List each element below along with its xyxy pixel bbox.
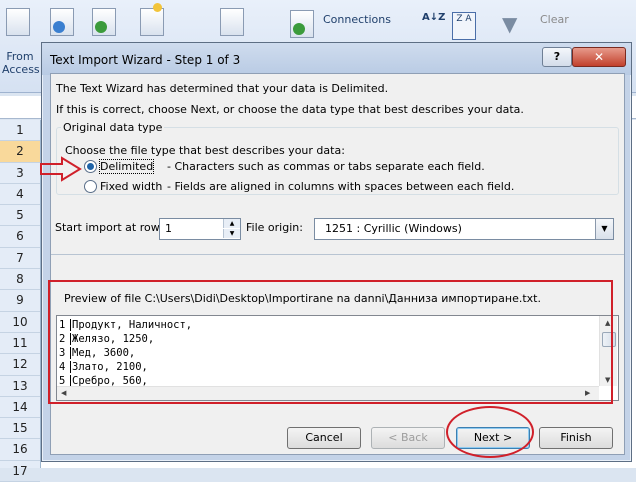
dialog-title: Text Import Wizard - Step 1 of 3 bbox=[50, 53, 241, 67]
connections-button[interactable]: Connections bbox=[323, 13, 391, 26]
row-header[interactable]: 3 bbox=[0, 163, 40, 184]
row-header[interactable]: 1 bbox=[0, 120, 40, 142]
row-header[interactable]: 13 bbox=[0, 376, 40, 397]
fixed-width-radio[interactable] bbox=[84, 180, 97, 193]
from-access-label-line2: Access bbox=[2, 63, 40, 76]
existing-connections-icon[interactable] bbox=[220, 8, 244, 36]
text-import-icon[interactable] bbox=[92, 8, 116, 36]
start-row-value[interactable]: 1 bbox=[165, 222, 172, 235]
delimited-label[interactable]: Delimited bbox=[98, 159, 155, 174]
other-sources-icon[interactable] bbox=[140, 3, 164, 36]
row-header[interactable]: 11 bbox=[0, 333, 40, 355]
separator bbox=[51, 254, 624, 255]
back-button[interactable]: < Back bbox=[371, 427, 445, 449]
chevron-down-icon[interactable]: ▼ bbox=[595, 219, 613, 239]
delimited-radio[interactable] bbox=[84, 160, 97, 173]
finish-button[interactable]: Finish bbox=[539, 427, 613, 449]
start-row-label: Start import at row: bbox=[55, 221, 163, 234]
filter-icon[interactable]: ▼ bbox=[502, 12, 517, 36]
row-header[interactable]: 8 bbox=[0, 269, 40, 291]
start-row-stepper[interactable]: 1 ▲ ▼ bbox=[159, 218, 241, 240]
row-header[interactable]: 14 bbox=[0, 397, 40, 419]
row-header[interactable]: 6 bbox=[0, 226, 40, 248]
dialog-titlebar[interactable]: Text Import Wizard - Step 1 of 3 ? ✕ bbox=[42, 43, 631, 75]
from-access-label-line1: From bbox=[6, 50, 34, 63]
web-query-icon[interactable] bbox=[50, 8, 74, 36]
group-label: Original data type bbox=[61, 121, 165, 134]
next-button-highlight-annotation bbox=[446, 406, 534, 458]
clear-filter-button[interactable]: Clear bbox=[540, 13, 569, 26]
choose-type-label: Choose the file type that best describes… bbox=[65, 144, 345, 157]
intro-text-line2: If this is correct, choose Next, or choo… bbox=[56, 103, 524, 116]
preview-highlight-annotation bbox=[48, 280, 613, 404]
delimited-description: - Characters such as commas or tabs sepa… bbox=[167, 160, 485, 173]
row-header[interactable]: 10 bbox=[0, 312, 40, 333]
sort-az-button[interactable]: A↓Z bbox=[422, 12, 445, 23]
help-button[interactable]: ? bbox=[542, 47, 572, 67]
row-header[interactable]: 7 bbox=[0, 248, 40, 270]
from-access-button[interactable]: From Access bbox=[2, 50, 40, 76]
row-header[interactable]: 15 bbox=[0, 418, 40, 440]
file-origin-label: File origin: bbox=[246, 221, 303, 234]
fixed-width-description: - Fields are aligned in columns with spa… bbox=[167, 180, 515, 193]
intro-text-line1: The Text Wizard has determined that your… bbox=[56, 82, 389, 95]
file-origin-value: 1251 : Cyrillic (Windows) bbox=[325, 222, 462, 235]
row-header[interactable]: 17 bbox=[0, 461, 40, 482]
row-header[interactable]: 4 bbox=[0, 184, 40, 206]
spin-up-icon[interactable]: ▲ bbox=[223, 219, 240, 228]
cancel-button[interactable]: Cancel bbox=[287, 427, 361, 449]
red-arrow-annotation bbox=[40, 156, 82, 182]
row-headers: 1 2 3 4 5 6 7 8 9 10 11 12 13 14 15 16 1… bbox=[0, 120, 41, 482]
sort-button[interactable]: Z A bbox=[452, 12, 476, 40]
spin-down-icon[interactable]: ▼ bbox=[223, 229, 240, 238]
file-origin-select[interactable]: 1251 : Cyrillic (Windows) ▼ bbox=[314, 218, 614, 240]
refresh-all-icon[interactable] bbox=[290, 10, 314, 38]
close-button[interactable]: ✕ bbox=[572, 47, 626, 67]
connections-label: Connections bbox=[323, 13, 391, 26]
row-header[interactable]: 16 bbox=[0, 439, 40, 461]
row-header[interactable]: 9 bbox=[0, 290, 40, 312]
row-header-selected[interactable]: 2 bbox=[0, 141, 40, 163]
access-database-icon[interactable] bbox=[6, 8, 30, 36]
row-header[interactable]: 12 bbox=[0, 354, 40, 376]
clear-label: Clear bbox=[540, 13, 569, 26]
fixed-width-label[interactable]: Fixed width bbox=[100, 180, 162, 193]
row-header[interactable]: 5 bbox=[0, 205, 40, 227]
